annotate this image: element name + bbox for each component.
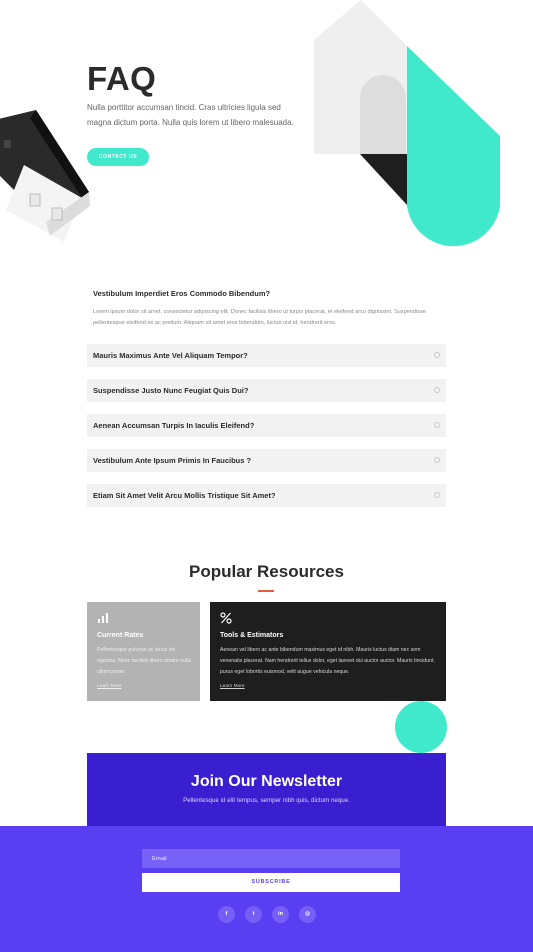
resources-title: Popular Resources: [189, 562, 344, 581]
resource-card-tools-estimators: Tools & Estimators Aenean vel libero ac …: [210, 602, 446, 701]
page-title: FAQ: [87, 60, 157, 97]
twitter-icon[interactable]: t: [245, 906, 262, 923]
instagram-icon[interactable]: ◎: [299, 906, 316, 923]
social-links: f t in ◎: [218, 906, 318, 923]
hero-house-graphic: [314, 0, 500, 247]
house-model-image: [0, 110, 90, 242]
expand-icon[interactable]: [434, 387, 440, 393]
hero-subtitle: Nulla porttitor accumsan tincid. Cras ul…: [87, 103, 294, 127]
newsletter-section: Join Our Newsletter Pellentesque id elit…: [87, 753, 446, 826]
faq-item[interactable]: Aenean Accumsan Turpis In Iaculis Eleife…: [87, 414, 446, 437]
section-divider: [258, 590, 274, 592]
expand-icon[interactable]: [434, 422, 440, 428]
newsletter-subtitle: Pellentesque id elit tempus, semper nibh…: [183, 797, 350, 804]
expand-icon[interactable]: [434, 457, 440, 463]
faq-question: Vestibulum Ante Ipsum Primis In Faucibus…: [93, 456, 252, 465]
expand-icon[interactable]: [434, 352, 440, 358]
faq-item[interactable]: Mauris Maximus Ante Vel Aliquam Tempor?: [87, 344, 446, 367]
subscribe-button[interactable]: SUBSCRIBE: [142, 873, 400, 892]
facebook-icon[interactable]: f: [218, 906, 235, 923]
resource-card-current-rates: Current Rates Pellentesque pulvinar ac l…: [87, 602, 200, 701]
faq-question: Etiam Sit Amet Velit Arcu Mollis Tristiq…: [93, 491, 276, 500]
email-input[interactable]: [142, 849, 400, 868]
bar-chart-icon: [98, 613, 108, 623]
learn-more-link[interactable]: Learn More: [220, 684, 245, 689]
faq-question[interactable]: Vestibulum Imperdiet Eros Commodo Bibend…: [87, 289, 446, 298]
faq-item[interactable]: Vestibulum Ante Ipsum Primis In Faucibus…: [87, 449, 446, 472]
percent-icon: [220, 612, 232, 624]
hero-section: FAQ Nulla porttitor accumsan tincid. Cra…: [0, 0, 533, 270]
faq-item[interactable]: Etiam Sit Amet Velit Arcu Mollis Tristiq…: [87, 484, 446, 507]
decorative-circle: [395, 701, 447, 753]
resource-card-title: Tools & Estimators: [220, 632, 284, 639]
faq-item[interactable]: Suspendisse Justo Nunc Feugiat Quis Dui?: [87, 379, 446, 402]
resource-card-text: Aenean vel libero ac ante bibendum maxim…: [220, 647, 435, 675]
linkedin-icon[interactable]: in: [272, 906, 289, 923]
expand-icon[interactable]: [434, 492, 440, 498]
learn-more-link[interactable]: Learn More: [97, 684, 122, 689]
resource-card-text: Pellentesque pulvinar ac lacus vel egest…: [97, 647, 192, 675]
faq-open-item[interactable]: Vestibulum Imperdiet Eros Commodo Bibend…: [87, 283, 446, 329]
newsletter-title: Join Our Newsletter: [190, 773, 343, 790]
faq-question: Aenean Accumsan Turpis In Iaculis Eleife…: [93, 421, 255, 430]
contact-us-button[interactable]: CONTACT US: [87, 148, 149, 166]
resource-card-title: Current Rates: [97, 632, 144, 639]
faq-question: Suspendisse Justo Nunc Feugiat Quis Dui?: [93, 386, 249, 395]
footer: SUBSCRIBE f t in ◎: [0, 826, 533, 952]
faq-answer: Lorem ipsum dolor sit amet, consectetur …: [93, 309, 426, 326]
faq-question: Mauris Maximus Ante Vel Aliquam Tempor?: [93, 351, 248, 360]
